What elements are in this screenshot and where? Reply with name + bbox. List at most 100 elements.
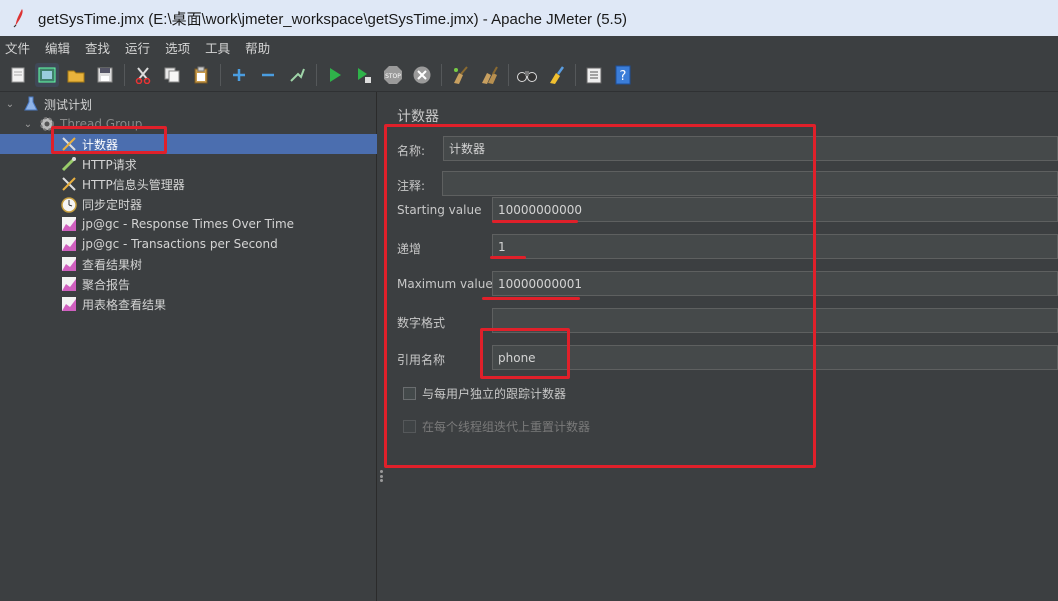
- start-icon[interactable]: [323, 63, 347, 87]
- maximum-value-field[interactable]: 10000000001: [492, 271, 1058, 296]
- menu-tools[interactable]: 工具: [204, 38, 231, 57]
- per-user-checkbox-label: 与每用户独立的跟踪计数器: [422, 387, 567, 401]
- graph-icon: [60, 295, 78, 313]
- menu-options[interactable]: 选项: [164, 38, 191, 57]
- menu-search[interactable]: 查找: [84, 38, 111, 57]
- svg-text:?: ?: [620, 69, 627, 84]
- cut-icon[interactable]: [131, 63, 155, 87]
- tree-item-header-manager[interactable]: HTTP信息头管理器: [0, 174, 377, 194]
- reset-counter-checkbox: [403, 420, 416, 433]
- tree-item-label: jp@gc - Response Times Over Time: [82, 217, 295, 231]
- toggle-icon[interactable]: [285, 63, 309, 87]
- tree-item-label: 测试计划: [44, 97, 93, 112]
- maximum-value-label: Maximum value: [397, 277, 493, 291]
- per-user-checkbox[interactable]: [403, 387, 416, 400]
- increment-label: 递增: [397, 242, 422, 256]
- tree-item-sync-timer[interactable]: 同步定时器: [0, 194, 377, 214]
- graph-icon: [60, 255, 78, 273]
- tree-item-label: HTTP请求: [82, 157, 137, 172]
- tree-item-label: 查看结果树: [82, 257, 143, 272]
- comment-label: 注释:: [397, 179, 426, 193]
- panel-title: 计数器: [397, 109, 439, 125]
- tree-item-label: HTTP信息头管理器: [82, 177, 185, 192]
- tree-item-view-results-table[interactable]: 用表格查看结果: [0, 294, 377, 314]
- menu-edit[interactable]: 编辑: [44, 38, 71, 57]
- new-icon[interactable]: [6, 63, 30, 87]
- shutdown-icon[interactable]: [410, 63, 434, 87]
- tree-item-label: Thread Group: [60, 117, 143, 131]
- tree-item-response-times[interactable]: jp@gc - Response Times Over Time: [0, 214, 377, 234]
- window-title: getSysTime.jmx (E:\桌面\work\jmeter_worksp…: [38, 10, 628, 28]
- tree-item-test-plan[interactable]: ⌄ 测试计划: [0, 94, 377, 114]
- toolbar-separator: [124, 63, 125, 86]
- tree-item-transactions-per-second[interactable]: jp@gc - Transactions per Second: [0, 234, 377, 254]
- jmeter-feather-icon: [8, 7, 30, 29]
- counter-config-panel: 计数器 名称: 计数器 注释: Starting value 100000000…: [384, 92, 1058, 601]
- name-label: 名称:: [397, 144, 426, 158]
- toolbar-separator: [508, 63, 509, 86]
- reset-counter-checkbox-label: 在每个线程组迭代上重置计数器: [422, 420, 591, 434]
- reference-name-label: 引用名称: [397, 353, 446, 367]
- tree-item-label: 计数器: [82, 137, 119, 152]
- per-user-checkbox-row[interactable]: 与每用户独立的跟踪计数器: [403, 385, 566, 402]
- test-plan-tree: ⌄ 测试计划 ⌄ Thread Group 计数器 HTTP请求 HTTP信息头…: [0, 92, 377, 601]
- tree-item-view-results-tree[interactable]: 查看结果树: [0, 254, 377, 274]
- paste-icon[interactable]: [189, 63, 213, 87]
- help-icon[interactable]: ?: [611, 63, 635, 87]
- starting-value-label: Starting value: [397, 203, 482, 217]
- clear-all-icon[interactable]: [477, 63, 501, 87]
- expanded-chevron-icon[interactable]: ⌄: [4, 99, 16, 110]
- toolbar: STOP ?: [0, 58, 1058, 92]
- reference-name-field[interactable]: phone: [492, 345, 1058, 370]
- start-no-pause-icon[interactable]: [352, 63, 376, 87]
- graph-icon: [60, 215, 78, 233]
- reset-counter-checkbox-row: 在每个线程组迭代上重置计数器: [403, 418, 590, 435]
- save-icon[interactable]: [93, 63, 117, 87]
- templates-icon[interactable]: [35, 62, 59, 87]
- counter-icon: [60, 135, 78, 153]
- split-divider[interactable]: [377, 92, 386, 601]
- title-bar: getSysTime.jmx (E:\桌面\work\jmeter_worksp…: [0, 0, 1058, 36]
- tree-item-aggregate-report[interactable]: 聚合报告: [0, 274, 377, 294]
- comment-field[interactable]: [442, 171, 1058, 196]
- timer-icon: [60, 195, 78, 213]
- reset-search-icon[interactable]: [544, 63, 568, 87]
- menu-bar: 文件 编辑 查找 运行 选项 工具 帮助: [0, 36, 1058, 58]
- tree-item-label: 用表格查看结果: [82, 297, 167, 312]
- divider-grip-icon[interactable]: [380, 470, 383, 482]
- tree-item-counter[interactable]: 计数器: [0, 134, 377, 154]
- menu-file[interactable]: 文件: [4, 38, 31, 57]
- expanded-chevron-icon[interactable]: ⌄: [22, 119, 34, 130]
- tree-item-label: 聚合报告: [82, 277, 131, 292]
- graph-icon: [60, 235, 78, 253]
- menu-run[interactable]: 运行: [124, 38, 151, 57]
- increment-field[interactable]: 1: [492, 234, 1058, 259]
- copy-icon[interactable]: [160, 63, 184, 87]
- clear-icon[interactable]: [448, 63, 472, 87]
- toolbar-separator: [316, 63, 317, 86]
- svg-text:STOP: STOP: [385, 73, 401, 80]
- stop-icon[interactable]: STOP: [381, 63, 405, 87]
- graph-icon: [60, 275, 78, 293]
- tree-item-http-request[interactable]: HTTP请求: [0, 154, 377, 174]
- annotation-underline: [482, 297, 580, 300]
- header-manager-icon: [60, 175, 78, 193]
- thread-group-icon: [38, 115, 56, 133]
- toolbar-separator: [220, 63, 221, 86]
- tree-item-label: 同步定时器: [82, 197, 143, 212]
- toolbar-separator: [575, 63, 576, 86]
- name-field[interactable]: 计数器: [443, 136, 1058, 161]
- expand-icon[interactable]: [227, 63, 251, 87]
- search-icon[interactable]: [515, 63, 539, 87]
- starting-value-field[interactable]: 10000000000: [492, 197, 1058, 222]
- http-request-icon: [60, 155, 78, 173]
- collapse-icon[interactable]: [256, 63, 280, 87]
- function-helper-icon[interactable]: [582, 63, 606, 87]
- number-format-field[interactable]: [492, 308, 1058, 333]
- tree-item-label: jp@gc - Transactions per Second: [82, 237, 278, 251]
- number-format-label: 数字格式: [397, 316, 446, 330]
- tree-item-thread-group[interactable]: ⌄ Thread Group: [0, 114, 377, 134]
- menu-help[interactable]: 帮助: [244, 38, 271, 57]
- toolbar-separator: [441, 63, 442, 86]
- open-icon[interactable]: [64, 63, 88, 87]
